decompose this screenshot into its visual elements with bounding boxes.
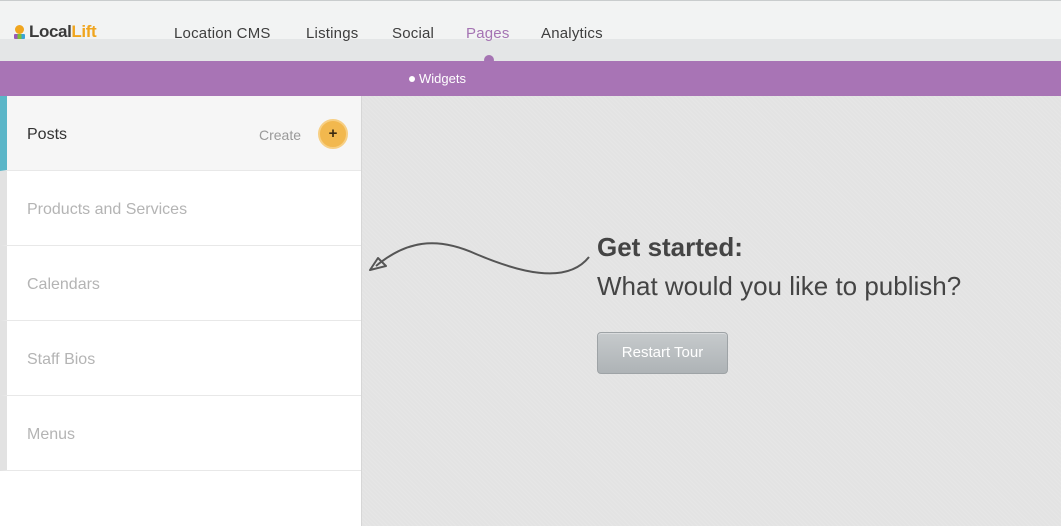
nav-item-analytics[interactable]: Analytics [541, 25, 603, 42]
main-content [362, 96, 1061, 526]
sidebar-item-posts[interactable]: Posts Create + [0, 96, 361, 171]
top-navigation: LocalLift Location CMS Listings Social P… [0, 0, 1061, 61]
sidebar-item-label: Products and Services [27, 201, 188, 218]
get-started-heading: Get started: [597, 232, 743, 262]
logo-text-lift: Lift [71, 22, 97, 41]
subnav-item-widgets[interactable]: Widgets [409, 71, 466, 86]
plus-icon: + [328, 125, 338, 142]
nav-item-social[interactable]: Social [392, 25, 434, 42]
nav-item-location-cms[interactable]: Location CMS [174, 25, 271, 42]
sub-navigation: Widgets [0, 61, 1061, 96]
publish-prompt: What would you like to publish? [597, 271, 962, 301]
nav-item-listings[interactable]: Listings [306, 25, 358, 42]
pointer-arrow-icon [369, 242, 590, 275]
sidebar-item-label: Staff Bios [27, 351, 96, 368]
restart-tour-button[interactable]: Restart Tour [597, 332, 728, 374]
sidebar-item-menus[interactable]: Menus [0, 396, 361, 471]
sidebar-item-label: Menus [27, 426, 76, 443]
sidebar-item-label: Posts [27, 126, 68, 143]
logo-text: LocalLift [29, 22, 97, 42]
sidebar-item-products-and-services[interactable]: Products and Services [0, 171, 361, 246]
sidebar: Posts Create + Products and Services Cal… [0, 96, 362, 526]
sidebar-item-calendars[interactable]: Calendars [0, 246, 361, 321]
bullet-icon [409, 75, 415, 82]
create-label[interactable]: Create [259, 127, 301, 143]
logo-text-local: Local [29, 22, 72, 41]
sidebar-item-staff-bios[interactable]: Staff Bios [0, 321, 361, 396]
nav-item-pages[interactable]: Pages [466, 25, 510, 42]
location-pin-icon [14, 25, 26, 39]
locallift-logo[interactable]: LocalLift [14, 21, 97, 43]
sidebar-item-label: Calendars [27, 276, 100, 293]
create-post-button[interactable]: + [318, 119, 348, 149]
subnav-item-label: Widgets [419, 71, 466, 86]
